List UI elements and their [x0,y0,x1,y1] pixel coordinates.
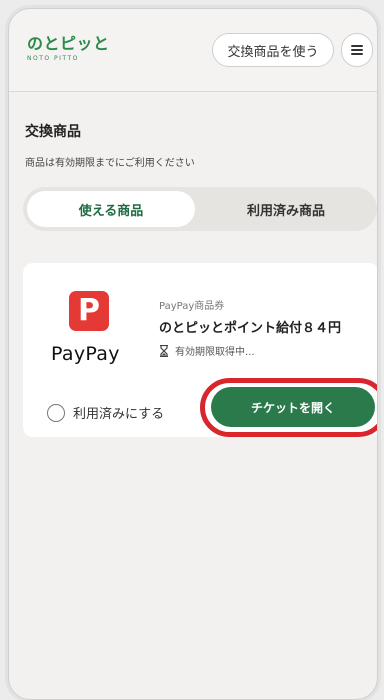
product-card: P PayPay PayPay商品券 のとピッとポイント給付８４円 有効期限取得… [23,263,377,437]
tab-used-items[interactable]: 利用済み商品 [201,191,371,227]
hourglass-icon [160,344,168,357]
expiry-text: 有効期限取得中... [175,347,255,358]
app-header: のとピッと NOTO PITTO 交換商品を使う [9,9,377,92]
paypay-logo-icon: P [69,291,109,331]
app-logo[interactable]: のとピッと NOTO PITTO [27,34,110,63]
mark-used-radio[interactable] [47,403,65,422]
phone-frame: のとピッと NOTO PITTO 交換商品を使う 交換商品 商品は有効期限までに… [8,8,378,700]
open-ticket-button[interactable]: チケットを開く [211,387,375,427]
product-name: のとピッとポイント給付８４円 [159,321,342,336]
product-category: PayPay商品券 [159,301,225,312]
use-exchange-items-button[interactable]: 交換商品を使う [212,33,334,67]
mark-used-control[interactable]: 利用済みにする [47,403,164,422]
mark-used-label: 利用済みにする [73,407,165,422]
expiry-status: 有効期限取得中... [159,343,255,358]
page-title: 交換商品 [25,124,81,140]
logo-subtext: NOTO PITTO [27,55,79,62]
paypay-logo-letter: P [78,293,100,328]
menu-button[interactable] [341,33,373,67]
item-tabs: 使える商品 利用済み商品 [23,187,377,231]
logo-text: のとピッと [27,34,110,53]
page-description: 商品は有効期限までにご利用ください [25,158,195,169]
hamburger-icon [351,45,363,55]
paypay-wordmark: PayPay [51,343,120,365]
tab-available-items[interactable]: 使える商品 [27,191,195,227]
